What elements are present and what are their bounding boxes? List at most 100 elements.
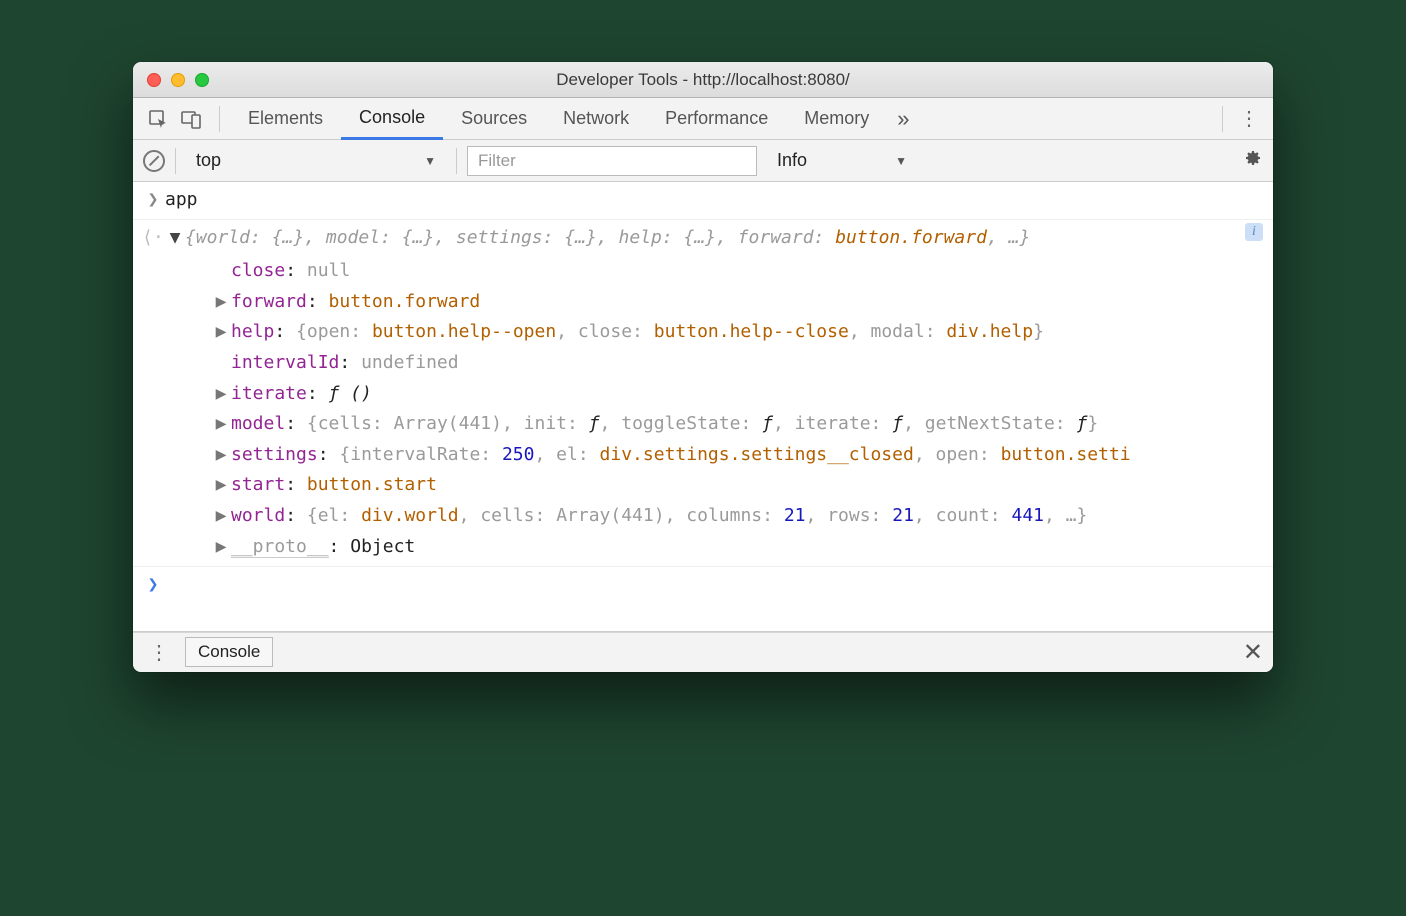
k: count (936, 505, 990, 526)
prop-proto[interactable]: ▶__proto__: Object (155, 532, 1273, 567)
clear-console-icon[interactable] (143, 150, 165, 172)
prop-world[interactable]: ▶world: {el: div.world, cells: Array(441… (155, 501, 1273, 532)
prop-intervalid[interactable]: intervalId: undefined (155, 348, 1273, 379)
drawer-menu-icon[interactable]: ⋮ (143, 640, 175, 665)
console-filterbar: top ▼ Info ▼ (133, 140, 1273, 182)
k: el (318, 505, 340, 526)
v: Array(441) (556, 505, 664, 526)
summary-forward: button.forward (835, 227, 987, 248)
inspect-element-icon[interactable] (141, 104, 175, 134)
v: ƒ (589, 413, 600, 434)
filter-input[interactable] (467, 146, 757, 176)
k: el (556, 444, 578, 465)
main-toolbar: Elements Console Sources Network Perform… (133, 98, 1273, 140)
output-icon: ⟨· (141, 223, 165, 254)
tab-elements[interactable]: Elements (230, 98, 341, 140)
tab-network[interactable]: Network (545, 98, 647, 140)
more-tabs-chevron-icon[interactable]: » (893, 106, 913, 132)
log-level-selector[interactable]: Info ▼ (767, 146, 917, 176)
k: iterate (795, 413, 871, 434)
prop-key: close (231, 260, 285, 281)
prop-help[interactable]: ▶help: {open: button.help--open, close: … (155, 317, 1273, 348)
close-drawer-icon[interactable]: ✕ (1243, 638, 1263, 667)
tab-performance[interactable]: Performance (647, 98, 786, 140)
console-input-row[interactable]: ❯ app (133, 182, 1273, 220)
prop-key: __proto__ (231, 536, 329, 558)
console-prompt-row[interactable]: ❯ (133, 566, 1273, 631)
expand-toggle-icon[interactable]: ▶ (211, 409, 231, 440)
chevron-down-icon: ▼ (424, 154, 436, 168)
drawer-console-tab[interactable]: Console (185, 637, 273, 667)
zoom-window-button[interactable] (195, 73, 209, 87)
console-output-row[interactable]: ⟨· ▼{world: {…}, model: {…}, settings: {… (133, 220, 1273, 257)
expand-toggle-icon[interactable]: ▶ (211, 317, 231, 348)
k: intervalRate (350, 444, 480, 465)
v: ƒ (1076, 413, 1087, 434)
v: 250 (502, 444, 535, 465)
tab-memory[interactable]: Memory (786, 98, 887, 140)
context-selector[interactable]: top ▼ (186, 146, 446, 176)
k: close (578, 321, 632, 342)
panel-tabs: Elements Console Sources Network Perform… (230, 98, 887, 140)
k: rows (827, 505, 870, 526)
prop-iterate[interactable]: ▶iterate: ƒ () (155, 379, 1273, 410)
summary-suffix: , …} (987, 227, 1030, 248)
v: ƒ (762, 413, 773, 434)
expand-toggle-icon[interactable]: ▶ (211, 532, 231, 563)
prop-key: forward (231, 291, 307, 312)
v: button.help--close (654, 321, 849, 342)
expand-toggle-icon[interactable]: ▼ (165, 223, 185, 254)
prop-key: settings (231, 444, 318, 465)
prop-key: world (231, 505, 285, 526)
settings-menu-icon[interactable]: ⋮ (1233, 106, 1265, 131)
object-summary[interactable]: ▼{world: {…}, model: {…}, settings: {…},… (165, 223, 1265, 254)
close-window-button[interactable] (147, 73, 161, 87)
v: button.help--open (372, 321, 556, 342)
v: div.world (361, 505, 459, 526)
console-input[interactable] (165, 570, 1265, 601)
prop-forward[interactable]: ▶forward: button.forward (155, 287, 1273, 318)
k: cells (318, 413, 372, 434)
prop-key: help (231, 321, 274, 342)
v: div.help (946, 321, 1033, 342)
k: open (307, 321, 350, 342)
expand-toggle-icon[interactable]: ▶ (211, 470, 231, 501)
k: toggleState (621, 413, 740, 434)
log-level-value: Info (777, 150, 807, 171)
context-selector-value: top (196, 150, 221, 171)
prop-value: ƒ () (329, 383, 372, 404)
object-properties: close: null ▶forward: button.forward ▶he… (133, 256, 1273, 566)
expand-toggle-icon[interactable]: ▶ (211, 501, 231, 532)
prop-key: model (231, 413, 285, 434)
tab-console[interactable]: Console (341, 98, 443, 140)
window-controls (147, 73, 209, 87)
v: div.settings.settings__closed (600, 444, 914, 465)
v: ƒ (892, 413, 903, 434)
k: getNextState (925, 413, 1055, 434)
summary-text: {world: {…}, model: {…}, settings: {…}, … (185, 227, 835, 248)
prop-start[interactable]: ▶start: button.start (155, 470, 1273, 501)
separator (175, 148, 176, 174)
minimize-window-button[interactable] (171, 73, 185, 87)
separator (456, 148, 457, 174)
info-badge-icon[interactable]: i (1245, 223, 1263, 241)
prop-close[interactable]: close: null (155, 256, 1273, 287)
prop-value: undefined (361, 352, 459, 373)
expand-toggle-icon[interactable]: ▶ (211, 287, 231, 318)
prop-settings[interactable]: ▶settings: {intervalRate: 250, el: div.s… (155, 440, 1273, 471)
toolbar-separator (1222, 106, 1223, 132)
expand-toggle-icon[interactable]: ▶ (211, 379, 231, 410)
prop-model[interactable]: ▶model: {cells: Array(441), init: ƒ, tog… (155, 409, 1273, 440)
tab-sources[interactable]: Sources (443, 98, 545, 140)
console-settings-icon[interactable] (1243, 148, 1263, 174)
prop-key: iterate (231, 383, 307, 404)
device-toolbar-icon[interactable] (175, 104, 209, 134)
k: init (524, 413, 567, 434)
console-output: ❯ app ⟨· ▼{world: {…}, model: {…}, setti… (133, 182, 1273, 632)
expand-toggle-icon[interactable]: ▶ (211, 440, 231, 471)
prompt-icon: ❯ (141, 570, 165, 601)
v: Array(441) (394, 413, 502, 434)
k: cells (480, 505, 534, 526)
drawer-bar: ⋮ Console ✕ (133, 632, 1273, 672)
prop-value: Object (350, 536, 415, 557)
